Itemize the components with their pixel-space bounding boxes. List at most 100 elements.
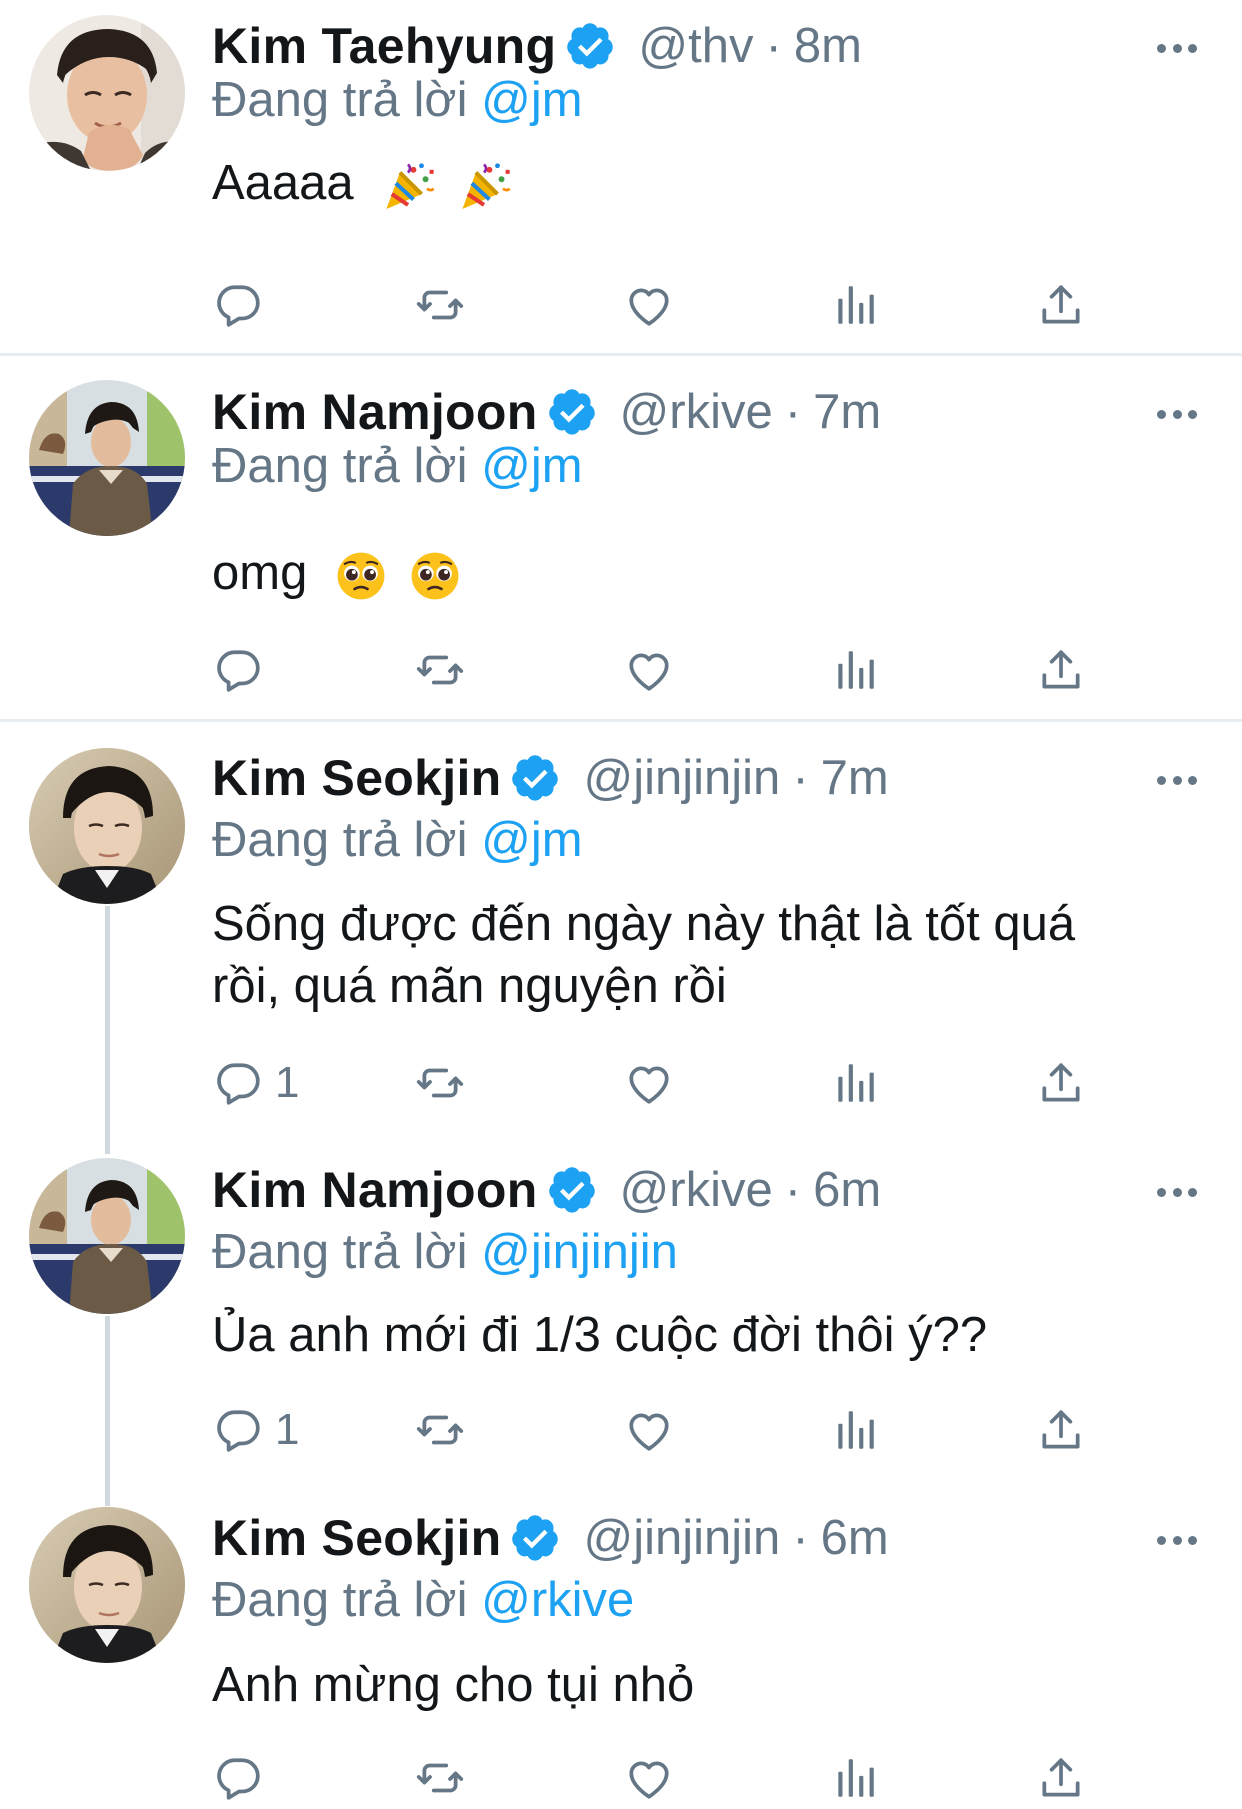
share-icon [1036, 1058, 1086, 1108]
retweet-button[interactable] [415, 640, 465, 700]
retweet-button[interactable] [415, 275, 465, 335]
timestamp[interactable]: 7m [821, 751, 889, 805]
more-icon[interactable] [1157, 408, 1197, 420]
reply-icon [213, 645, 263, 695]
author-handle[interactable]: @rkive [620, 385, 773, 439]
analytics-icon [830, 645, 880, 695]
retweet-icon [415, 1058, 465, 1108]
more-icon[interactable] [1157, 774, 1197, 786]
like-button[interactable] [624, 640, 674, 700]
reply-icon [213, 280, 263, 330]
tweet-actions [0, 275, 1242, 335]
timestamp[interactable]: 6m [813, 1163, 881, 1217]
analytics-icon [830, 280, 880, 330]
tweet-meta: @rkive · 7m [619, 385, 882, 439]
analytics-button[interactable] [830, 275, 880, 335]
like-button[interactable] [624, 1053, 674, 1113]
tweet-meta: @rkive · 6m [619, 1163, 882, 1217]
timestamp[interactable]: 8m [794, 19, 862, 73]
reply-handle-link[interactable]: @jinjinjin [481, 1225, 678, 1279]
author-name[interactable]: Kim Seokjin [212, 749, 501, 807]
like-icon [624, 1753, 674, 1803]
replying-to: Đang trả lời @jm [212, 813, 583, 867]
tweet-meta: @jinjinjin · 7m [583, 751, 889, 805]
author-name[interactable]: Kim Namjoon [212, 383, 538, 441]
share-icon [1036, 280, 1086, 330]
analytics-button[interactable] [830, 640, 880, 700]
share-icon [1036, 1753, 1086, 1803]
analytics-icon [830, 1405, 880, 1455]
tweet-actions: 1 [0, 1053, 1242, 1113]
retweet-icon [415, 645, 465, 695]
tweet-actions: 1 [0, 1400, 1242, 1460]
like-icon [624, 1405, 674, 1455]
reply-handle-link[interactable]: @rkive [481, 1573, 634, 1627]
reply-button[interactable]: 1 [213, 1400, 299, 1460]
verified-badge-icon [546, 386, 598, 438]
author-handle[interactable]: @jinjinjin [583, 751, 780, 805]
retweet-button[interactable] [415, 1400, 465, 1460]
avatar[interactable] [29, 1158, 185, 1314]
reply-button[interactable] [213, 640, 275, 700]
share-button[interactable] [1036, 1053, 1086, 1113]
avatar[interactable] [29, 15, 185, 171]
retweet-icon [415, 1405, 465, 1455]
replying-to: Đang trả lời @jm [212, 439, 583, 493]
like-icon [624, 280, 674, 330]
reply-icon [213, 1753, 263, 1803]
author-name[interactable]: Kim Seokjin [212, 1509, 501, 1567]
timestamp[interactable]: 7m [813, 385, 881, 439]
like-icon [624, 645, 674, 695]
tweet-actions [0, 640, 1242, 700]
avatar[interactable] [29, 748, 185, 904]
verified-badge-icon [509, 1512, 561, 1564]
party-popper-icon [457, 159, 511, 213]
more-icon[interactable] [1157, 42, 1197, 54]
author-handle[interactable]: @jinjinjin [583, 1511, 780, 1565]
verified-badge-icon [509, 752, 561, 804]
reply-icon [213, 1058, 263, 1108]
tweet-actions [0, 1748, 1242, 1808]
share-button[interactable] [1036, 275, 1086, 335]
pleading-face-icon [335, 550, 387, 602]
more-icon[interactable] [1157, 1186, 1197, 1198]
retweet-button[interactable] [415, 1053, 465, 1113]
like-button[interactable] [624, 1400, 674, 1460]
reply-button[interactable]: 1 [213, 1053, 299, 1113]
analytics-button[interactable] [830, 1748, 880, 1808]
reply-handle-link[interactable]: @jm [481, 73, 582, 127]
replying-to: Đang trả lời @jinjinjin [212, 1225, 678, 1279]
tweet-text: Ủa anh mới đi 1/3 cuộc đời thôi ý?? [212, 1308, 988, 1362]
author-name[interactable]: Kim Namjoon [212, 1161, 538, 1219]
share-icon [1036, 645, 1086, 695]
verified-badge-icon [546, 1164, 598, 1216]
retweet-icon [415, 1753, 465, 1803]
share-button[interactable] [1036, 1400, 1086, 1460]
reply-button[interactable] [213, 1748, 275, 1808]
analytics-icon [830, 1058, 880, 1108]
reply-button[interactable] [213, 275, 275, 335]
share-button[interactable] [1036, 640, 1086, 700]
tweet-meta: @thv · 8m [638, 19, 862, 73]
avatar[interactable] [29, 1507, 185, 1663]
retweet-button[interactable] [415, 1748, 465, 1808]
author-name[interactable]: Kim Taehyung [212, 17, 556, 75]
tweet-meta: @jinjinjin · 6m [583, 1511, 889, 1565]
reply-handle-link[interactable]: @jm [481, 813, 582, 867]
share-icon [1036, 1405, 1086, 1455]
tweet-text: Anh mừng cho tụi nhỏ [212, 1658, 695, 1712]
like-button[interactable] [624, 275, 674, 335]
party-popper-icon [381, 159, 435, 213]
author-handle[interactable]: @thv [638, 19, 753, 73]
avatar[interactable] [29, 380, 185, 536]
analytics-button[interactable] [830, 1400, 880, 1460]
timestamp[interactable]: 6m [821, 1511, 889, 1565]
more-icon[interactable] [1157, 1534, 1197, 1546]
author-handle[interactable]: @rkive [620, 1163, 773, 1217]
tweet-text: Aaaaa [212, 152, 1192, 214]
share-button[interactable] [1036, 1748, 1086, 1808]
analytics-button[interactable] [830, 1053, 880, 1113]
reply-handle-link[interactable]: @jm [481, 439, 582, 493]
like-button[interactable] [624, 1748, 674, 1808]
thread-line [105, 906, 110, 1154]
